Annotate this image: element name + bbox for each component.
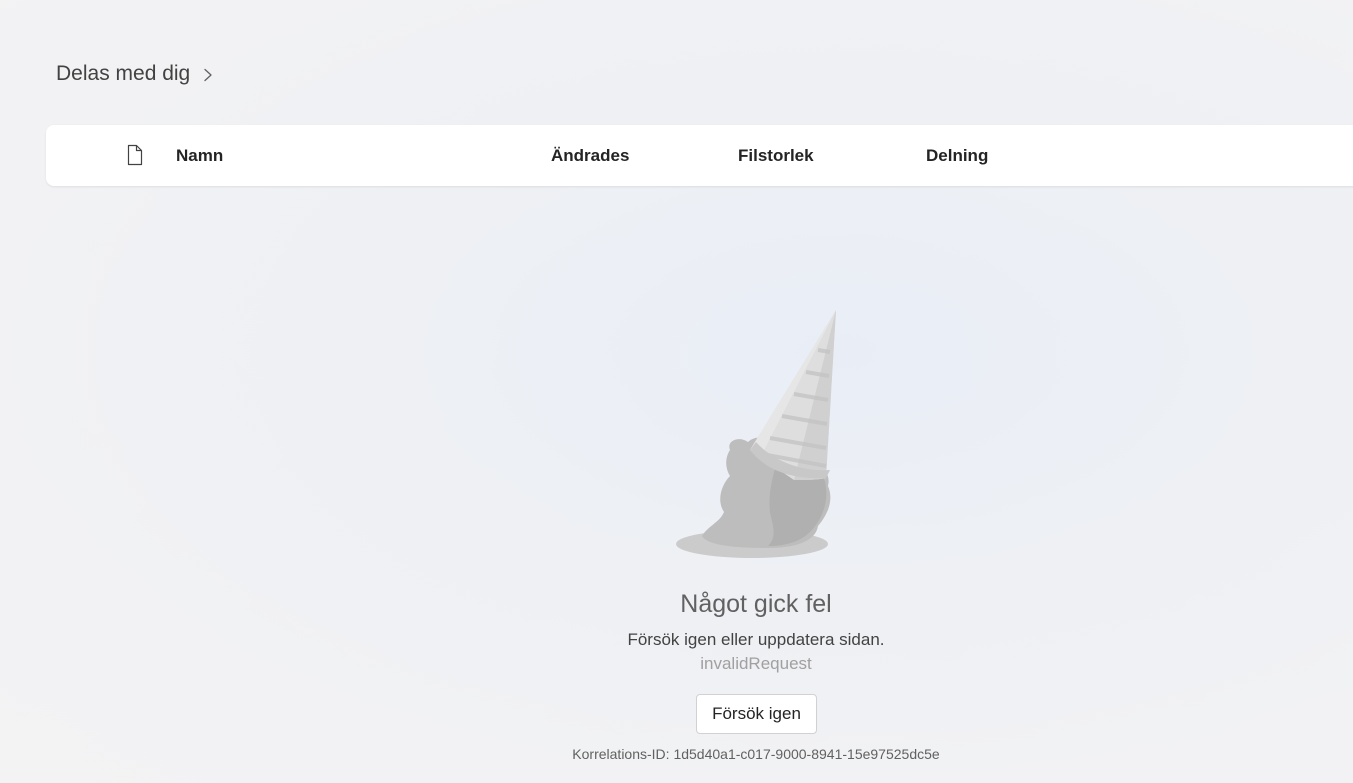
error-title: Något gick fel (680, 590, 832, 618)
file-list-header: Namn Ändrades Filstorlek Delning (46, 125, 1353, 186)
breadcrumb[interactable]: Delas med dig (56, 62, 214, 86)
error-message: Försök igen eller uppdatera sidan. (627, 630, 885, 649)
error-code: invalidRequest (700, 654, 812, 673)
correlation-id: Korrelations-ID: 1d5d40a1-c017-9000-8941… (572, 746, 940, 762)
column-header-name[interactable]: Namn (176, 125, 223, 186)
breadcrumb-title[interactable]: Delas med dig (56, 62, 190, 86)
document-icon[interactable] (126, 144, 144, 166)
column-header-sharing[interactable]: Delning (926, 125, 988, 186)
chevron-right-icon (204, 68, 212, 82)
dropped-ice-cream-illustration (676, 310, 836, 558)
column-header-file-size[interactable]: Filstorlek (738, 125, 814, 186)
retry-button[interactable]: Försök igen (696, 694, 817, 734)
column-header-modified[interactable]: Ändrades (551, 125, 629, 186)
